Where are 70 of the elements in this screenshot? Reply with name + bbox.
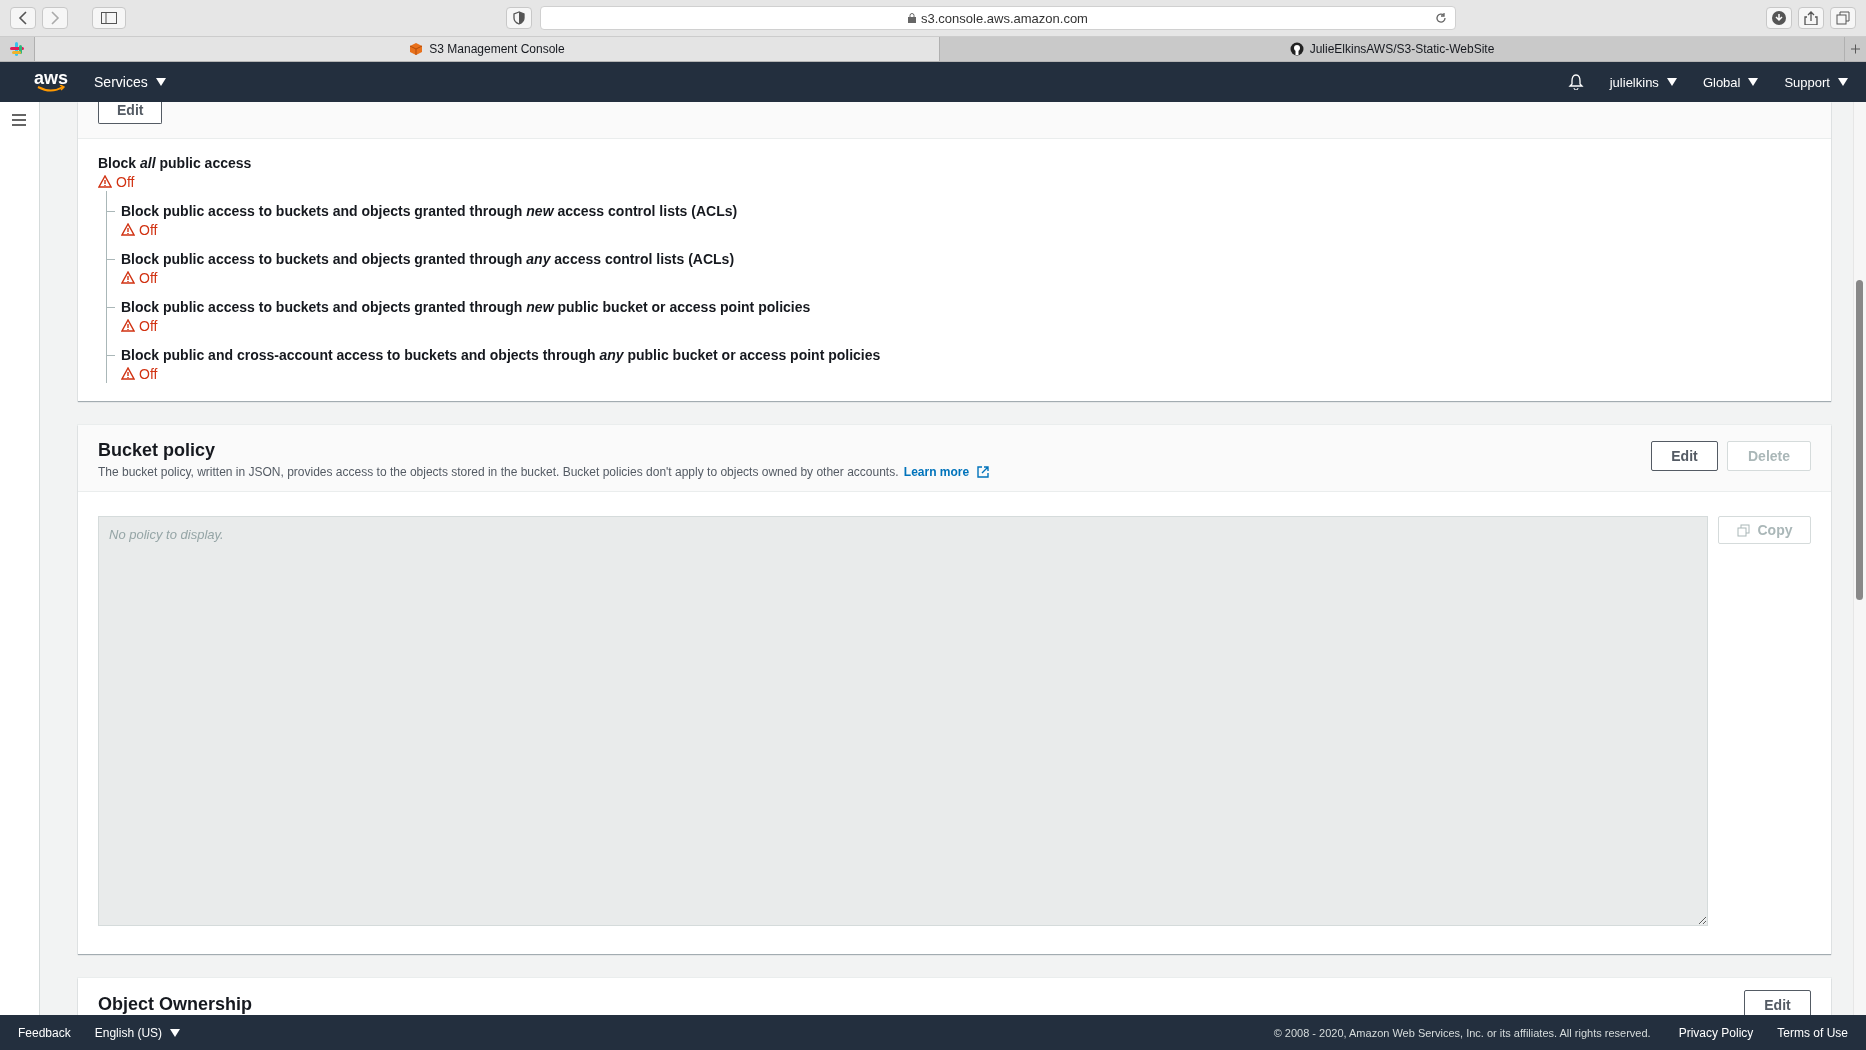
section-title: Bucket policy: [98, 439, 217, 461]
setting-title: Block public access to buckets and objects granted through new access control lists (ACLs): [121, 202, 739, 220]
edit-button[interactable]: Edit: [1744, 990, 1811, 1015]
warning-icon: [121, 271, 135, 284]
warning-icon: [98, 175, 112, 188]
shield-icon: [513, 11, 525, 25]
section-description: The bucket policy, written in JSON, provides access to the objects stored in the bucket. Bucket policies don't apply to objects owned by other accounts. Learn more: [98, 465, 1651, 479]
sidebar-button[interactable]: [92, 7, 126, 29]
reload-icon: [1435, 12, 1447, 24]
status-text: Off: [139, 269, 158, 286]
download-icon: [1772, 11, 1786, 25]
smile-icon: [37, 85, 65, 93]
cube-icon: [409, 42, 424, 56]
address-text: s3.console.aws.amazon.com: [921, 10, 1088, 26]
caret-icon: [1666, 78, 1677, 86]
warning-icon: [121, 223, 135, 236]
external-link-icon: [977, 466, 990, 478]
address-field[interactable]: s3.console.aws.amazon.com: [540, 6, 1456, 30]
browser-tab[interactable]: JulieElkinsAWS/S3-Static-WebSite: [939, 37, 1844, 61]
policy-field[interactable]: No policy to display.: [98, 516, 1708, 926]
sidebar-icon: [101, 12, 117, 24]
tabs-icon: [1836, 11, 1850, 25]
share-button[interactable]: [1798, 7, 1824, 29]
copyright-text: © 2008 - 2020, Amazon Web Services, Inc. or its affiliates. All rights reserved.: [1273, 1026, 1651, 1039]
footer-link[interactable]: Terms of Use: [1777, 1025, 1848, 1040]
slack-icon: [10, 42, 24, 56]
caret-icon: [1748, 78, 1759, 86]
setting-title: Block public access to buckets and objects granted through any access control lists (ACLs): [121, 250, 736, 268]
support-menu[interactable]: Support: [1784, 74, 1848, 90]
logo-text: aws: [34, 71, 69, 85]
region-menu[interactable]: Global: [1702, 74, 1759, 90]
menu-button[interactable]: [12, 114, 26, 129]
back-icon: [18, 11, 28, 25]
download-button[interactable]: [1766, 7, 1792, 29]
caret-icon: [170, 1028, 181, 1037]
language-menu[interactable]: English (US): [94, 1025, 181, 1040]
privacy-button[interactable]: [506, 7, 532, 29]
status-text: Off: [139, 317, 158, 334]
user-menu[interactable]: julielkins: [1609, 74, 1677, 90]
menu-icon: [12, 114, 26, 126]
status-text: Off: [139, 221, 158, 238]
scrollbar-thumb[interactable]: [1856, 280, 1863, 600]
edit-button[interactable]: Edit: [1651, 441, 1718, 471]
caret-icon: [155, 78, 166, 86]
forward-icon: [50, 11, 60, 25]
back-button[interactable]: [10, 7, 36, 29]
feedback-link[interactable]: Feedback: [18, 1025, 71, 1040]
learn-more-link[interactable]: Learn more: [903, 465, 990, 479]
aws-logo[interactable]: aws: [34, 71, 69, 93]
lock-icon: [908, 13, 917, 23]
services-menu[interactable]: Services: [94, 74, 166, 90]
edit-button[interactable]: Edit: [98, 102, 163, 124]
setting-title: Block all public access: [98, 154, 253, 172]
warning-icon: [121, 367, 135, 380]
tab-label: JulieElkinsAWS/S3-Static-WebSite: [1309, 42, 1495, 56]
caret-icon: [1838, 78, 1848, 86]
setting-title: Block public and cross-account access to buckets and objects through any public bucket or access point policies: [121, 346, 882, 364]
warning-icon: [121, 319, 135, 332]
section-title: Object Ownership: [98, 993, 253, 1015]
tab-label: S3 Management Console: [429, 42, 565, 56]
notifications-button[interactable]: [1567, 74, 1584, 90]
footer-link[interactable]: Privacy Policy: [1678, 1025, 1754, 1040]
copy-icon: [1736, 523, 1750, 537]
bell-icon: [1567, 74, 1584, 90]
share-icon: [1804, 11, 1818, 25]
plus-icon: [1851, 43, 1860, 55]
browser-tab[interactable]: S3 Management Console: [34, 37, 939, 61]
setting-title: Block public access to buckets and objects granted through new public bucket or access point policies: [121, 298, 812, 316]
status-text: Off: [116, 173, 135, 190]
status-text: Off: [139, 365, 158, 382]
